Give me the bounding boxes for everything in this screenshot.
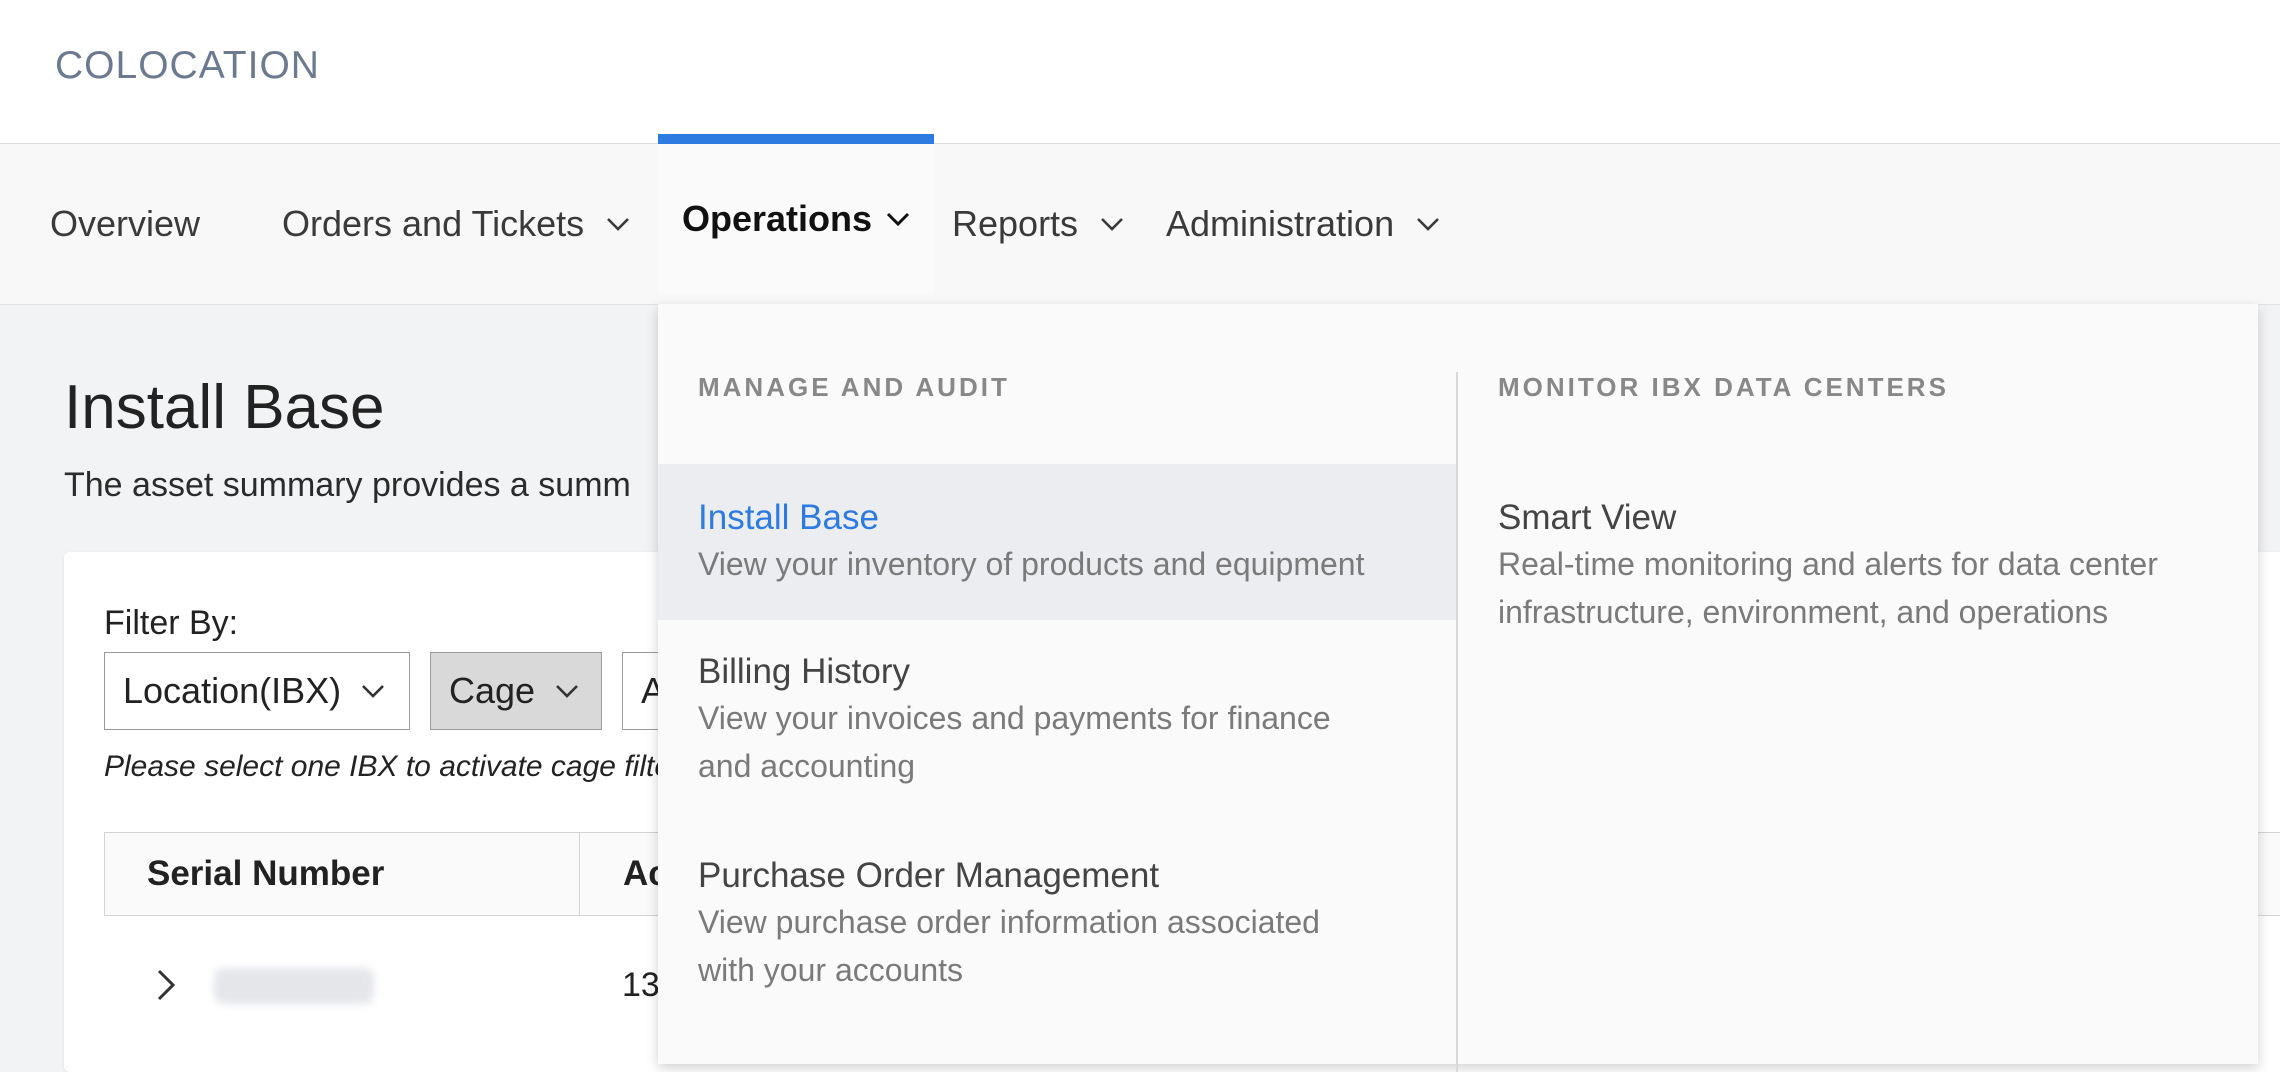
- nav-operations-label: Operations: [682, 198, 873, 239]
- location-filter-select[interactable]: Location(IBX): [104, 652, 410, 730]
- table-cell: 13: [622, 966, 660, 1004]
- menu-item-install-base[interactable]: Install Base View your inventory of prod…: [658, 464, 1456, 620]
- menu-item-purchase-order-management[interactable]: Purchase Order Management View purchase …: [658, 824, 1456, 1014]
- main-nav: Overview Orders and Tickets Operations R…: [0, 134, 2280, 305]
- chevron-right-icon[interactable]: [156, 968, 178, 1002]
- column-divider: [579, 833, 580, 915]
- menu-item-description: View purchase order information associat…: [698, 904, 1320, 940]
- chevron-down-icon: [1100, 217, 1124, 231]
- menu-item-title: Purchase Order Management: [698, 856, 1160, 895]
- menu-item-billing-history[interactable]: Billing History View your invoices and p…: [658, 620, 1456, 810]
- menu-item-description: Real-time monitoring and alerts for data…: [1498, 546, 2158, 582]
- chevron-down-icon: [886, 212, 910, 226]
- section-title-manage-and-audit: MANAGE AND AUDIT: [698, 372, 1010, 402]
- nav-operations[interactable]: Operations: [658, 134, 935, 294]
- chevron-down-icon: [555, 684, 579, 698]
- brand-title[interactable]: COLOCATION: [55, 44, 320, 88]
- nav-reports[interactable]: Reports: [952, 144, 1124, 304]
- chevron-down-icon: [1416, 217, 1440, 231]
- nav-administration-label: Administration: [1166, 203, 1395, 244]
- section-title-monitor-ibx: MONITOR IBX DATA CENTERS: [1498, 372, 1949, 402]
- column-serial-number[interactable]: Serial Number: [147, 833, 384, 915]
- menu-item-title: Smart View: [1498, 498, 1677, 537]
- menu-item-title: Install Base: [698, 498, 879, 537]
- menu-item-smart-view[interactable]: Smart View Real-time monitoring and aler…: [1498, 498, 2238, 636]
- menu-item-title: Billing History: [698, 652, 910, 691]
- nav-orders-and-tickets[interactable]: Orders and Tickets: [282, 144, 630, 304]
- filter-label: Filter By:: [104, 604, 239, 642]
- menu-item-description: infrastructure, environment, and operati…: [1498, 594, 2109, 630]
- operations-dropdown-menu: MANAGE AND AUDIT MONITOR IBX DATA CENTER…: [658, 304, 2258, 1072]
- chevron-down-icon: [361, 684, 385, 698]
- menu-item-description: and accounting: [698, 748, 916, 784]
- menu-item-description: View your inventory of products and equi…: [698, 546, 1365, 582]
- nav-overview[interactable]: Overview: [50, 144, 200, 304]
- chevron-down-icon: [606, 217, 630, 231]
- menu-item-description: with your accounts: [698, 952, 964, 988]
- serial-number-redacted: [214, 968, 374, 1004]
- cage-filter-select[interactable]: Cage: [430, 652, 602, 730]
- nav-overview-label: Overview: [50, 203, 201, 244]
- column-divider: [1456, 372, 1458, 1072]
- page-title: Install Base: [64, 373, 385, 442]
- filter-hint: Please select one IBX to activate cage f…: [104, 750, 681, 783]
- top-bar: COLOCATION: [0, 0, 2280, 144]
- page-description: The asset summary provides a summ: [64, 466, 631, 504]
- nav-reports-label: Reports: [952, 203, 1079, 244]
- nav-orders-label: Orders and Tickets: [282, 203, 585, 244]
- location-filter-value: Location(IBX): [123, 670, 342, 711]
- menu-item-description: View your invoices and payments for fina…: [698, 700, 1331, 736]
- nav-administration[interactable]: Administration: [1166, 144, 1440, 304]
- cage-filter-value: Cage: [449, 670, 536, 711]
